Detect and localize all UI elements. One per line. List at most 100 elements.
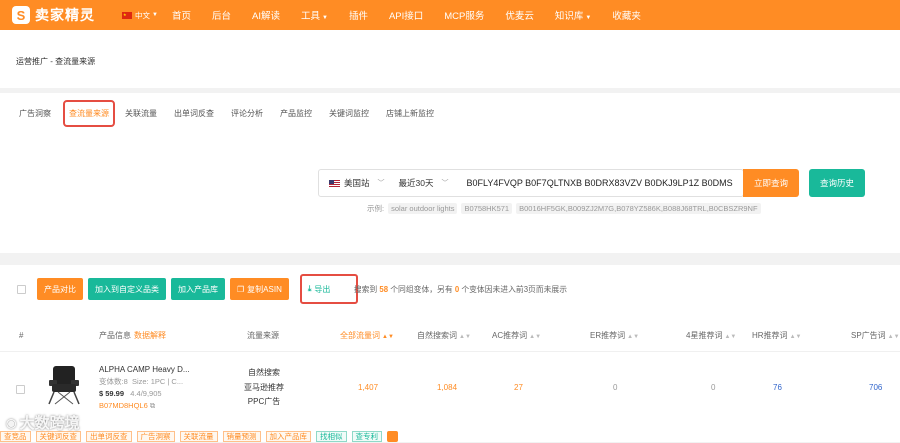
nav-plugins[interactable]: 插件	[349, 8, 368, 22]
product-title[interactable]: ALPHA CAMP Heavy D...	[99, 364, 190, 376]
col-sp-label: SP广告词	[851, 331, 886, 340]
language-switcher[interactable]: 中文 ▼	[122, 10, 158, 21]
add-category-button[interactable]: 加入到自定义品类	[88, 278, 166, 300]
col-hr-keywords[interactable]: HR推荐词 ▲▼	[752, 330, 801, 341]
col-er-keywords[interactable]: ER推荐词 ▲▼	[590, 330, 639, 341]
nav-youmaiyun[interactable]: 优麦云	[505, 8, 534, 22]
col-total-keywords[interactable]: 全部流量词 ▲▼	[340, 330, 394, 341]
col-hr-label: HR推荐词	[752, 331, 788, 340]
export-button[interactable]: ⤓ 导出	[307, 280, 331, 298]
tab-related-traffic[interactable]: 关联流量	[125, 108, 157, 119]
result-summary: 搜索到 58 个同组变体，另有 0 个变体因未进入前3页而未展示	[354, 284, 567, 295]
action-find-similar[interactable]: 找相似	[316, 430, 347, 442]
example-chip[interactable]: B0758HK571	[461, 203, 513, 214]
language-label: 中文	[135, 10, 150, 20]
sort-icon: ▲▼	[529, 334, 542, 340]
hr-keywords-value[interactable]: 76	[773, 383, 782, 392]
results-panel: 产品对比 加入到自定义品类 加入产品库 ❐ 复制ASIN ⤓ 导出 搜索到 58 …	[0, 265, 900, 442]
tab-store-monitor[interactable]: 店铺上新监控	[386, 108, 434, 119]
total-keywords-value[interactable]: 1,407	[358, 383, 378, 392]
copy-asin-button[interactable]: ❐ 复制ASIN	[230, 278, 289, 300]
search-panel: 广告洞察 查流量来源 关联流量 出单词反查 评论分析 产品监控 关键词监控 店铺…	[0, 93, 900, 253]
search-row: 美国站 ﹀ 最近30天 ﹀ 立即查询 查询历史	[318, 169, 865, 197]
asin-link[interactable]: B07MD8HQL6	[99, 401, 148, 410]
nav-tools-label: 工具	[300, 11, 320, 22]
col-er-label: ER推荐词	[590, 331, 626, 340]
brand-logo[interactable]: S 卖家精灵	[12, 5, 122, 25]
us-flag-icon	[329, 179, 340, 187]
source-item: 亚马逊推荐	[244, 382, 284, 392]
sort-icon: ▲▼	[724, 334, 737, 340]
select-all-checkbox[interactable]	[17, 284, 26, 294]
nav-ai[interactable]: AI解读	[252, 8, 280, 22]
col-ac-keywords[interactable]: AC推荐词 ▲▼	[492, 330, 541, 341]
product-size: Size: 1PC | C...	[131, 377, 184, 386]
product-variant-size: 变体数:8 Size: 1PC | C...	[99, 376, 190, 388]
tab-product-monitor[interactable]: 产品监控	[280, 108, 312, 119]
ac-keywords-value[interactable]: 27	[514, 383, 523, 392]
asin-search-input[interactable]	[466, 178, 734, 188]
col-source: 流量来源	[247, 331, 279, 340]
example-chip[interactable]: B0016HF5GK,B009ZJ2M7G,B078YZ586K,B088J68…	[516, 203, 761, 214]
er-keywords-value: 0	[613, 383, 618, 392]
search-examples: 示例: solar outdoor lights B0758HK571 B001…	[367, 203, 761, 214]
logo-icon: S	[12, 6, 30, 24]
product-asin[interactable]: B07MD8HQL6 ⧉	[99, 400, 190, 412]
nav-mcp[interactable]: MCP服务	[444, 8, 484, 22]
row-checkbox[interactable]	[16, 385, 25, 394]
add-library-button[interactable]: 加入产品库	[171, 278, 225, 300]
sort-icon: ▲▼	[382, 334, 394, 340]
nav-knowledge[interactable]: 知识库 ▼	[555, 8, 591, 22]
variant-count: 58	[379, 284, 389, 294]
nav-favorites[interactable]: 收藏夹	[612, 8, 641, 22]
results-toolbar: 产品对比 加入到自定义品类 加入产品库 ❐ 复制ASIN ⤓ 导出 搜索到 58 …	[0, 274, 567, 304]
source-item: 自然搜索	[248, 368, 280, 377]
sp-keywords-value[interactable]: 706	[869, 383, 882, 392]
summary-mid: 个同组变体，另有	[390, 284, 453, 294]
data-explain-link[interactable]: 数据解释	[134, 331, 166, 340]
query-button[interactable]: 立即查询	[743, 169, 799, 197]
tab-ad-insight[interactable]: 广告洞察	[19, 108, 51, 119]
organic-keywords-value[interactable]: 1,084	[437, 383, 457, 392]
tab-keyword-monitor[interactable]: 关键词监控	[329, 108, 369, 119]
marketplace-value: 美国站	[344, 178, 370, 188]
china-flag-icon	[122, 11, 132, 19]
source-item: PPC广告	[247, 397, 281, 406]
col-4star-keywords[interactable]: 4星推荐词 ▲▼	[686, 330, 736, 341]
nav-home[interactable]: 首页	[172, 8, 191, 22]
col-ac-label: AC推荐词	[492, 331, 528, 340]
action-sales-forecast[interactable]: 销量预测	[222, 430, 261, 442]
action-related-traffic[interactable]: 关联流量	[179, 430, 218, 442]
action-order-keywords[interactable]: 出单词反查	[86, 430, 132, 442]
action-ad-insight[interactable]: 广告洞察	[136, 430, 175, 442]
product-price: $ 59.99	[99, 389, 125, 398]
history-button[interactable]: 查询历史	[809, 169, 865, 197]
product-thumbnail[interactable]	[43, 362, 85, 406]
col-organic-keywords[interactable]: 自然搜索词 ▲▼	[417, 330, 471, 341]
example-chip[interactable]: solar outdoor lights	[388, 203, 458, 214]
date-range-select[interactable]: 最近30天 ﹀	[399, 177, 449, 189]
traffic-sources: 自然搜索 亚马逊推荐 PPC广告	[241, 366, 287, 410]
tab-order-keywords[interactable]: 出单词反查	[174, 108, 214, 119]
action-add-library[interactable]: 加入产品库	[265, 430, 311, 442]
nav-api[interactable]: API接口	[389, 8, 423, 22]
tool-tabs: 广告洞察 查流量来源 关联流量 出单词反查 评论分析 产品监控 关键词监控 店铺…	[0, 93, 434, 133]
action-patent[interactable]: 查专利	[351, 430, 382, 442]
product-price-rating: $ 59.99 4.4/9,905	[99, 388, 190, 400]
tab-traffic-source[interactable]: 查流量来源	[63, 99, 115, 127]
table-header: # 产品信息 数据解释 流量来源 全部流量词 ▲▼ 自然搜索词 ▲▼ AC推荐词 ▲▼ …	[0, 320, 900, 352]
date-range-value: 最近30天	[398, 178, 434, 188]
copy-icon: ❐	[237, 284, 245, 294]
nav-tools[interactable]: 工具 ▼	[301, 8, 328, 22]
more-actions-icon[interactable]	[387, 430, 398, 442]
col-product-label: 产品信息	[99, 331, 131, 340]
compare-button[interactable]: 产品对比	[37, 278, 83, 300]
examples-label: 示例:	[367, 204, 385, 213]
tab-review-analysis[interactable]: 评论分析	[231, 108, 263, 119]
col-sp-keywords[interactable]: SP广告词 ▲▼	[851, 330, 900, 341]
sort-icon: ▲▼	[459, 334, 471, 340]
watermark-logo-icon: ◉	[6, 415, 17, 430]
external-link-icon[interactable]: ⧉	[150, 401, 155, 410]
nav-backend[interactable]: 后台	[212, 8, 231, 22]
marketplace-select[interactable]: 美国站 ﹀	[344, 177, 385, 189]
